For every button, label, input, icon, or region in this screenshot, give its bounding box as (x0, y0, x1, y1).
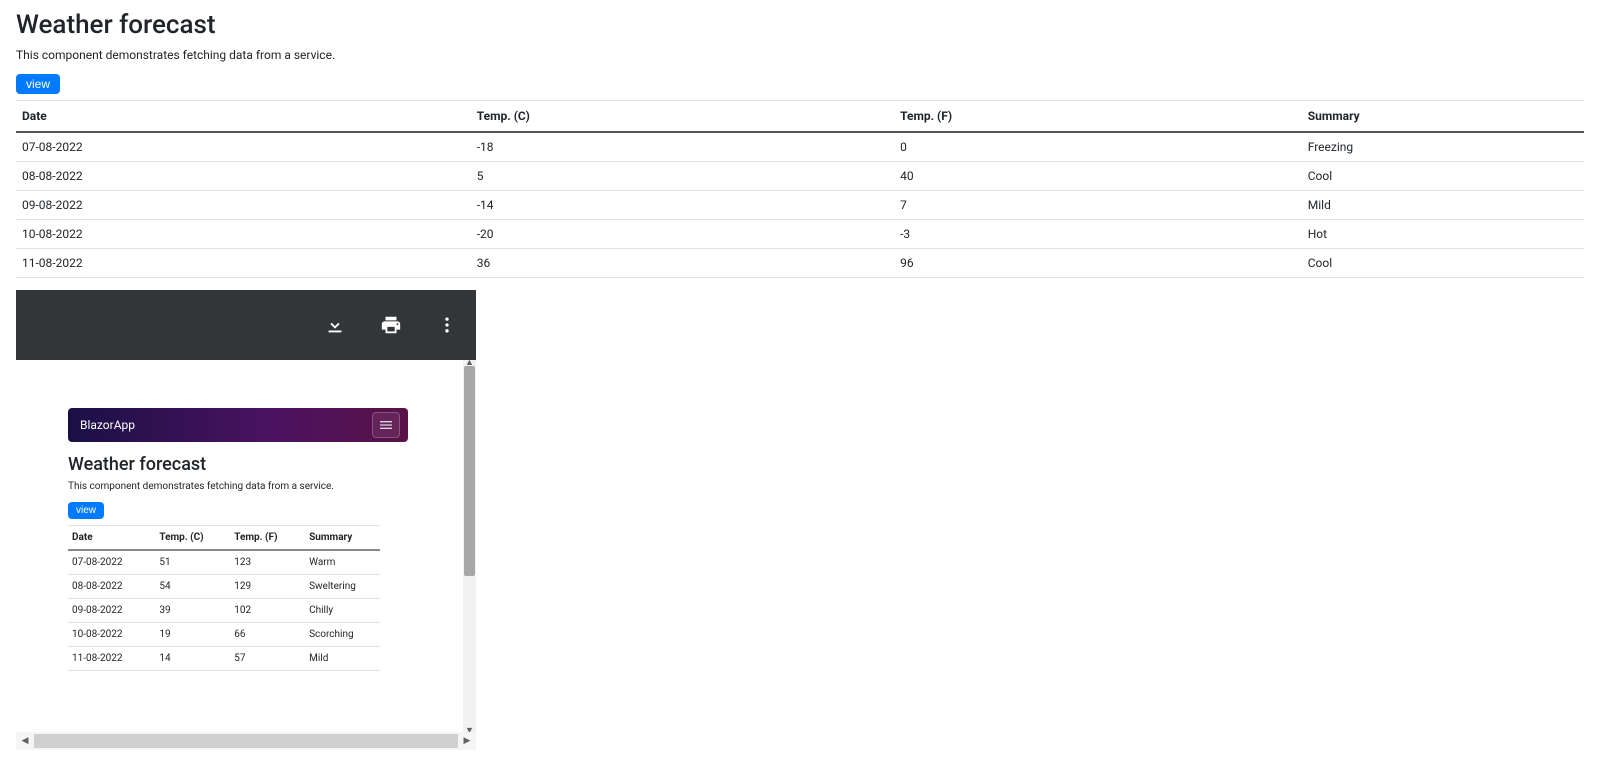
pdf-body: BlazorApp Weather forecast This componen… (16, 360, 476, 732)
cell-tempc: 51 (155, 550, 230, 575)
cell-date: 09-08-2022 (68, 599, 155, 623)
cell-date: 08-08-2022 (16, 162, 471, 191)
scroll-left-icon[interactable]: ◀ (16, 732, 34, 750)
cell-tempf: 40 (894, 162, 1302, 191)
hamburger-icon[interactable] (372, 412, 400, 438)
col-tempf: Temp. (F) (230, 526, 305, 551)
scroll-right-icon[interactable]: ▶ (458, 732, 476, 750)
table-row: 11-08-20221457Mild (68, 647, 380, 671)
cell-date: 11-08-2022 (68, 647, 155, 671)
table-row: 08-08-2022540Cool (16, 162, 1584, 191)
cell-tempc: 14 (155, 647, 230, 671)
cell-date: 08-08-2022 (68, 575, 155, 599)
cell-date: 10-08-2022 (68, 623, 155, 647)
cell-tempf: 102 (230, 599, 305, 623)
view-button[interactable]: view (16, 74, 60, 94)
table-row: 09-08-202239102Chilly (68, 599, 380, 623)
col-summary: Summary (1302, 101, 1584, 133)
table-row: 10-08-2022-20-3Hot (16, 220, 1584, 249)
pdf-vertical-scrollbar[interactable]: ▲ ▼ (463, 360, 476, 732)
table-row: 09-08-2022-147Mild (16, 191, 1584, 220)
col-date: Date (16, 101, 471, 133)
table-row: 10-08-20221966Scorching (68, 623, 380, 647)
cell-tempc: -20 (471, 220, 894, 249)
cell-summary: Cool (1302, 162, 1584, 191)
forecast-table: Date Temp. (C) Temp. (F) Summary 07-08-2… (16, 100, 1584, 278)
page-description: This component demonstrates fetching dat… (16, 48, 1584, 62)
scroll-track[interactable] (34, 734, 458, 748)
cell-tempf: -3 (894, 220, 1302, 249)
cell-summary: Mild (1302, 191, 1584, 220)
col-tempc: Temp. (C) (471, 101, 894, 133)
scroll-thumb[interactable] (464, 366, 475, 576)
col-summary: Summary (305, 526, 380, 551)
cell-tempc: 19 (155, 623, 230, 647)
pdf-forecast-table: Date Temp. (C) Temp. (F) Summary 07-08-2… (68, 525, 380, 671)
cell-tempc: 36 (471, 249, 894, 278)
cell-summary: Scorching (305, 623, 380, 647)
table-header-row: Date Temp. (C) Temp. (F) Summary (68, 526, 380, 551)
download-icon[interactable] (324, 314, 346, 336)
cell-tempf: 0 (894, 132, 1302, 162)
table-header-row: Date Temp. (C) Temp. (F) Summary (16, 101, 1584, 133)
cell-tempc: 39 (155, 599, 230, 623)
cell-date: 07-08-2022 (68, 550, 155, 575)
cell-summary: Chilly (305, 599, 380, 623)
cell-summary: Hot (1302, 220, 1584, 249)
app-navbar: BlazorApp (68, 408, 408, 442)
cell-tempc: 5 (471, 162, 894, 191)
cell-tempf: 96 (894, 249, 1302, 278)
cell-summary: Cool (1302, 249, 1584, 278)
app-brand: BlazorApp (80, 418, 135, 432)
more-vert-icon[interactable] (436, 314, 458, 336)
pdf-horizontal-scrollbar[interactable]: ◀ ▶ (16, 732, 476, 750)
page-title: Weather forecast (16, 10, 1584, 40)
cell-tempf: 123 (230, 550, 305, 575)
cell-tempf: 129 (230, 575, 305, 599)
cell-date: 07-08-2022 (16, 132, 471, 162)
cell-tempc: -14 (471, 191, 894, 220)
cell-tempf: 7 (894, 191, 1302, 220)
cell-summary: Sweltering (305, 575, 380, 599)
table-row: 07-08-2022-180Freezing (16, 132, 1584, 162)
pdf-page-title: Weather forecast (68, 454, 462, 475)
pdf-toolbar (16, 290, 476, 360)
cell-date: 11-08-2022 (16, 249, 471, 278)
col-tempf: Temp. (F) (894, 101, 1302, 133)
col-tempc: Temp. (C) (155, 526, 230, 551)
print-icon[interactable] (380, 314, 402, 336)
cell-summary: Freezing (1302, 132, 1584, 162)
cell-tempf: 57 (230, 647, 305, 671)
pdf-page-description: This component demonstrates fetching dat… (68, 481, 462, 492)
cell-tempc: -18 (471, 132, 894, 162)
pdf-view-button[interactable]: view (68, 502, 104, 519)
cell-tempf: 66 (230, 623, 305, 647)
table-row: 08-08-202254129Sweltering (68, 575, 380, 599)
cell-tempc: 54 (155, 575, 230, 599)
cell-summary: Mild (305, 647, 380, 671)
cell-date: 09-08-2022 (16, 191, 471, 220)
table-row: 07-08-202251123Warm (68, 550, 380, 575)
table-row: 11-08-20223696Cool (16, 249, 1584, 278)
pdf-viewer: BlazorApp Weather forecast This componen… (16, 290, 476, 750)
cell-date: 10-08-2022 (16, 220, 471, 249)
col-date: Date (68, 526, 155, 551)
cell-summary: Warm (305, 550, 380, 575)
